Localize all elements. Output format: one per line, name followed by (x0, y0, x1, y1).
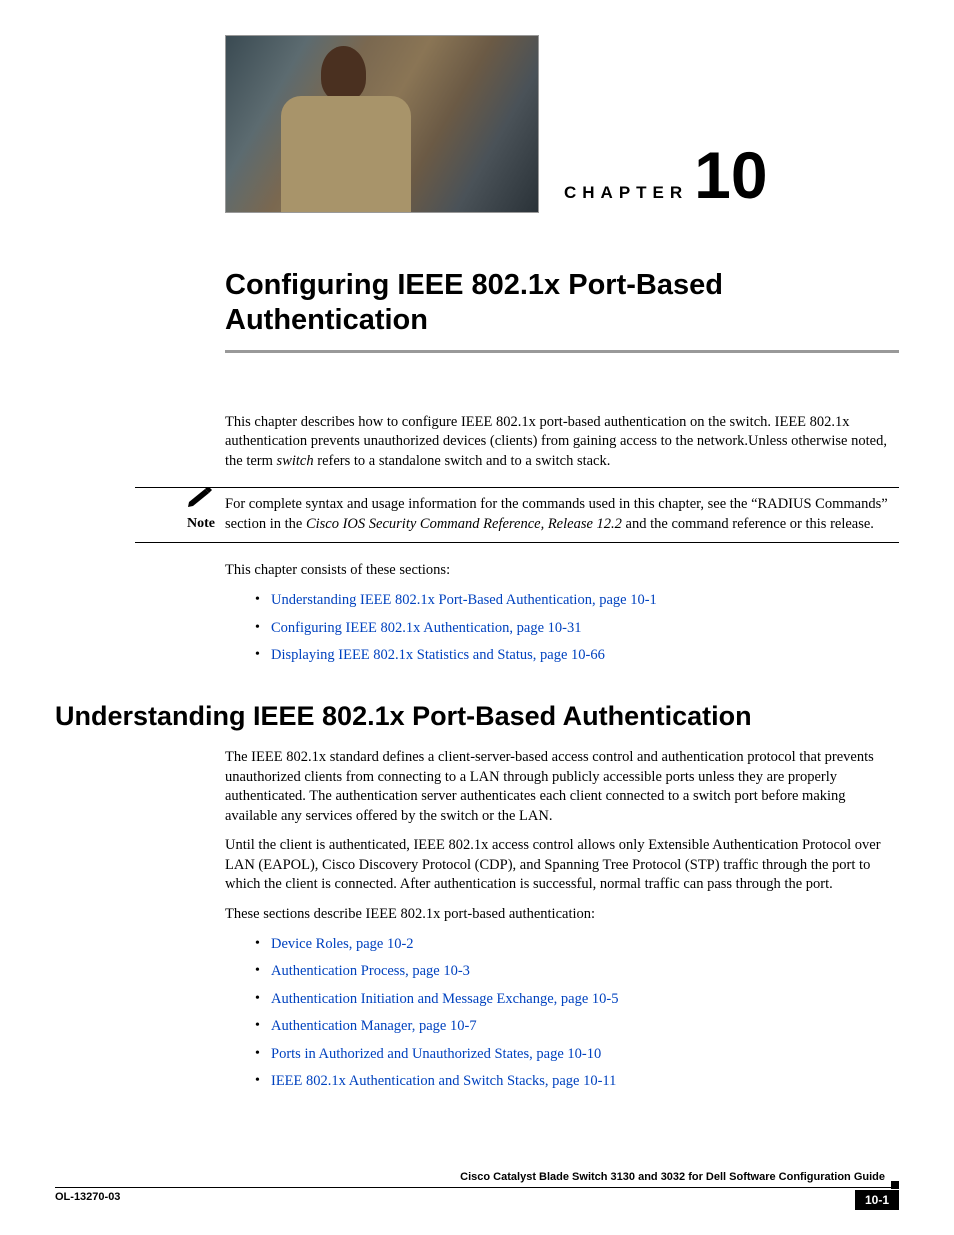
list-item: Ports in Authorized and Unauthorized Sta… (255, 1045, 899, 1065)
list-item: Authentication Initiation and Message Ex… (255, 990, 899, 1010)
consists-text: This chapter consists of these sections: (225, 561, 899, 581)
list-item: Configuring IEEE 802.1x Authentication, … (255, 619, 899, 639)
hero-image (225, 35, 539, 213)
chapter-toc: Understanding IEEE 802.1x Port-Based Aut… (255, 591, 899, 666)
footer-doc-id: OL-13270-03 (55, 1190, 120, 1205)
list-item: Understanding IEEE 802.1x Port-Based Aut… (255, 591, 899, 611)
chapter-label: CHAPTER (564, 182, 688, 205)
section-link[interactable]: Ports in Authorized and Unauthorized Sta… (271, 1046, 601, 1062)
pencil-icon (187, 487, 215, 507)
section-link[interactable]: IEEE 802.1x Authentication and Switch St… (271, 1073, 616, 1089)
toc-link[interactable]: Configuring IEEE 802.1x Authentication, … (271, 620, 581, 636)
intro-switch-term: switch (277, 453, 314, 469)
section-link[interactable]: Authentication Initiation and Message Ex… (271, 991, 619, 1007)
section-link[interactable]: Authentication Process, page 10-3 (271, 963, 470, 979)
section-link[interactable]: Device Roles, page 10-2 (271, 936, 414, 952)
list-item: Authentication Process, page 10-3 (255, 962, 899, 982)
toc-link[interactable]: Understanding IEEE 802.1x Port-Based Aut… (271, 592, 657, 608)
section-p3: These sections describe IEEE 802.1x port… (225, 905, 899, 925)
section-links: Device Roles, page 10-2 Authentication P… (255, 935, 899, 1092)
intro-text-b: refers to a standalone switch and to a s… (314, 453, 611, 469)
chapter-number: 10 (694, 149, 767, 202)
section-link[interactable]: Authentication Manager, page 10-7 (271, 1018, 477, 1034)
chapter-label-block: CHAPTER 10 (564, 149, 768, 205)
list-item: Device Roles, page 10-2 (255, 935, 899, 955)
chapter-title: Configuring IEEE 802.1x Port-Based Authe… (225, 268, 899, 353)
footer-guide-title: Cisco Catalyst Blade Switch 3130 and 303… (460, 1170, 885, 1185)
list-item: IEEE 802.1x Authentication and Switch St… (255, 1072, 899, 1092)
section-p2: Until the client is authenticated, IEEE … (225, 836, 899, 895)
note-sidebar: Note (135, 487, 215, 533)
list-item: Authentication Manager, page 10-7 (255, 1017, 899, 1037)
page-header: CHAPTER 10 (225, 35, 899, 213)
intro-paragraph: This chapter describes how to configure … (225, 413, 899, 472)
footer-page-number: 10-1 (855, 1190, 899, 1210)
note-text-b: and the command reference or this releas… (622, 516, 874, 532)
note-text-italic: Cisco IOS Security Command Reference, Re… (306, 516, 622, 532)
toc-link[interactable]: Displaying IEEE 802.1x Statistics and St… (271, 647, 605, 663)
section-p1: The IEEE 802.1x standard defines a clien… (225, 748, 899, 826)
list-item: Displaying IEEE 802.1x Statistics and St… (255, 646, 899, 666)
page-footer: Cisco Catalyst Blade Switch 3130 and 303… (55, 1170, 899, 1210)
section-title: Understanding IEEE 802.1x Port-Based Aut… (55, 698, 899, 734)
note-label: Note (187, 516, 215, 531)
note-block: Note For complete syntax and usage infor… (135, 487, 899, 543)
